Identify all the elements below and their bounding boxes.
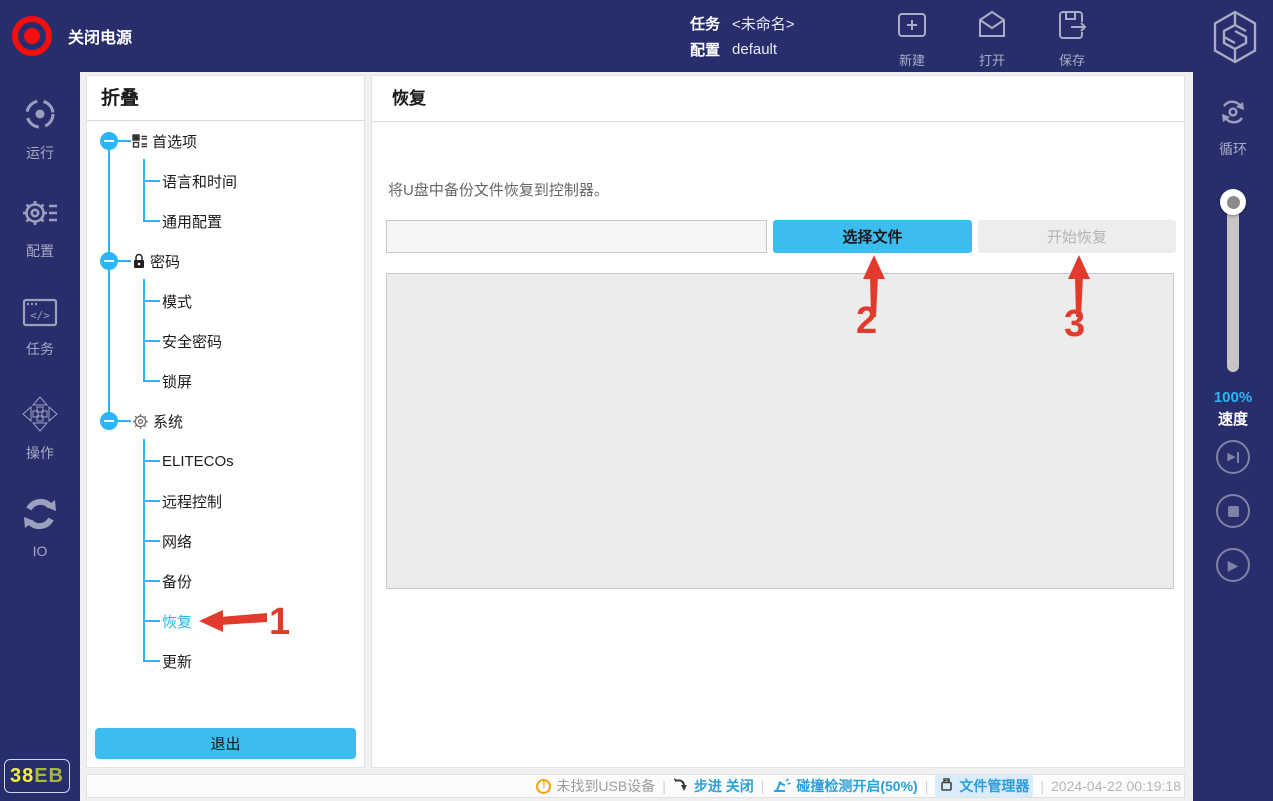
system-gear-icon [132,413,149,430]
app-root: 关闭电源 任务 <未命名> 配置 default 新建 [0,0,1273,801]
annotation-arrow-1 [199,608,269,634]
step-forward-icon: ▶ [1227,452,1235,463]
tree-node-update[interactable]: 更新 [87,641,192,681]
topbar-actions: 新建 打开 保存 [882,8,1102,69]
collapse-toggle-icon[interactable] [100,132,118,150]
annotation-number-1: 1 [269,601,290,644]
tree-node-preferences[interactable]: 首选项 [87,121,197,161]
nav-config[interactable]: 配置 [0,196,80,272]
tree-node-network[interactable]: 网络 [87,521,192,561]
config-label: 配置 [690,39,720,60]
tree-node-mode[interactable]: 模式 [87,281,192,321]
speed-percent-value: 100% [1193,389,1273,406]
speed-slider-thumb[interactable] [1220,189,1246,215]
tree-node-password[interactable]: 密码 [87,241,180,281]
nav-run[interactable]: 运行 [0,96,80,172]
stop-button[interactable] [1216,494,1250,528]
warning-icon: ! [536,779,551,794]
run-icon [22,96,58,137]
tree-node-language-time[interactable]: 语言和时间 [87,161,237,201]
top-bar: 关闭电源 任务 <未命名> 配置 default 新建 [0,0,1273,72]
start-restore-button[interactable]: 开始恢复 [978,220,1176,253]
usb-drive-icon [939,777,954,795]
nav-io[interactable]: IO [0,496,80,572]
exit-button[interactable]: 退出 [95,728,356,759]
select-file-button[interactable]: 选择文件 [773,220,972,253]
tree-node-lock-screen[interactable]: 锁屏 [87,361,192,401]
left-nav-rail: 运行 配置 </> 任务 操作 [0,72,80,801]
open-file-icon [975,8,1009,47]
usb-status: ! 未找到USB设备 [536,776,655,796]
lock-icon [132,253,146,269]
right-control-rail: 循环 100% 速度 ▶ ▶ [1193,72,1273,801]
settings-tree-panel: 折叠 首选项 [86,75,365,768]
restore-panel: 恢复 将U盘中备份文件恢复到控制器。 选择文件 开始恢复 2 [371,75,1185,768]
annotation-number-2: 2 [856,300,877,343]
power-icon [12,16,52,56]
file-manager-link[interactable]: 文件管理器 [935,775,1033,797]
backup-file-path-input[interactable] [386,220,767,253]
settings-tree: 首选项 语言和时间 通用配置 密码 [87,121,364,767]
loop-mode-button[interactable]: 循环 [1193,96,1273,159]
nav-operate[interactable]: 操作 [0,396,80,472]
collapse-toggle-icon[interactable] [100,252,118,270]
tree-node-general-config[interactable]: 通用配置 [87,201,222,241]
annotation-number-3: 3 [1064,303,1085,346]
restore-description: 将U盘中备份文件恢复到控制器。 [388,179,609,200]
collapse-toggle-icon[interactable] [100,412,118,430]
loop-icon [1217,96,1249,133]
preferences-icon [132,133,148,149]
task-config-block: 任务 <未命名> 配置 default [690,10,795,62]
save-task-button[interactable]: 保存 [1042,8,1102,69]
task-label: 任务 [690,13,720,34]
status-bar: ! 未找到USB设备 | 步进 关闭 | 碰撞检测开启(50%) [86,774,1185,798]
step-mode-status[interactable]: 步进 关闭 [673,776,754,796]
gear-list-icon [21,196,59,235]
tree-node-safety-password[interactable]: 安全密码 [87,321,222,361]
speed-label: 速度 [1193,408,1273,429]
step-arrow-icon [673,777,689,796]
restore-file-list-area [386,273,1174,589]
config-value: default [732,41,777,58]
stop-icon [1228,506,1239,517]
tree-node-elitecos[interactable]: ELITECOs [87,441,234,481]
tree-node-remote-control[interactable]: 远程控制 [87,481,222,521]
step-forward-button[interactable]: ▶ [1216,440,1250,474]
task-value: <未命名> [732,13,795,34]
checksum-badge: 38EB [4,759,70,793]
tree-node-backup[interactable]: 备份 [87,561,192,601]
collision-robot-icon [771,777,791,796]
power-off-button[interactable]: 关闭电源 [12,0,132,72]
move-arrows-icon [22,396,58,437]
play-button[interactable]: ▶ [1216,548,1250,582]
new-file-icon [895,8,929,47]
tree-node-restore[interactable]: 恢复 [87,601,192,641]
code-window-icon: </> [22,296,58,333]
speed-slider-track[interactable] [1227,197,1239,372]
elite-robot-logo-icon [1211,10,1259,64]
collapse-header[interactable]: 折叠 [87,76,364,121]
open-task-button[interactable]: 打开 [962,8,1022,69]
new-task-button[interactable]: 新建 [882,8,942,69]
io-swap-icon [22,496,58,537]
power-off-label: 关闭电源 [68,24,132,48]
svg-text:</>: </> [30,309,50,322]
play-icon: ▶ [1228,557,1239,574]
nav-task[interactable]: </> 任务 [0,296,80,372]
page-title: 恢复 [372,76,1184,122]
save-icon [1055,8,1089,47]
collision-detection-status[interactable]: 碰撞检测开启(50%) [771,776,917,796]
system-datetime: 2024-04-22 00:19:18 [1051,778,1181,794]
tree-node-system[interactable]: 系统 [87,401,183,441]
